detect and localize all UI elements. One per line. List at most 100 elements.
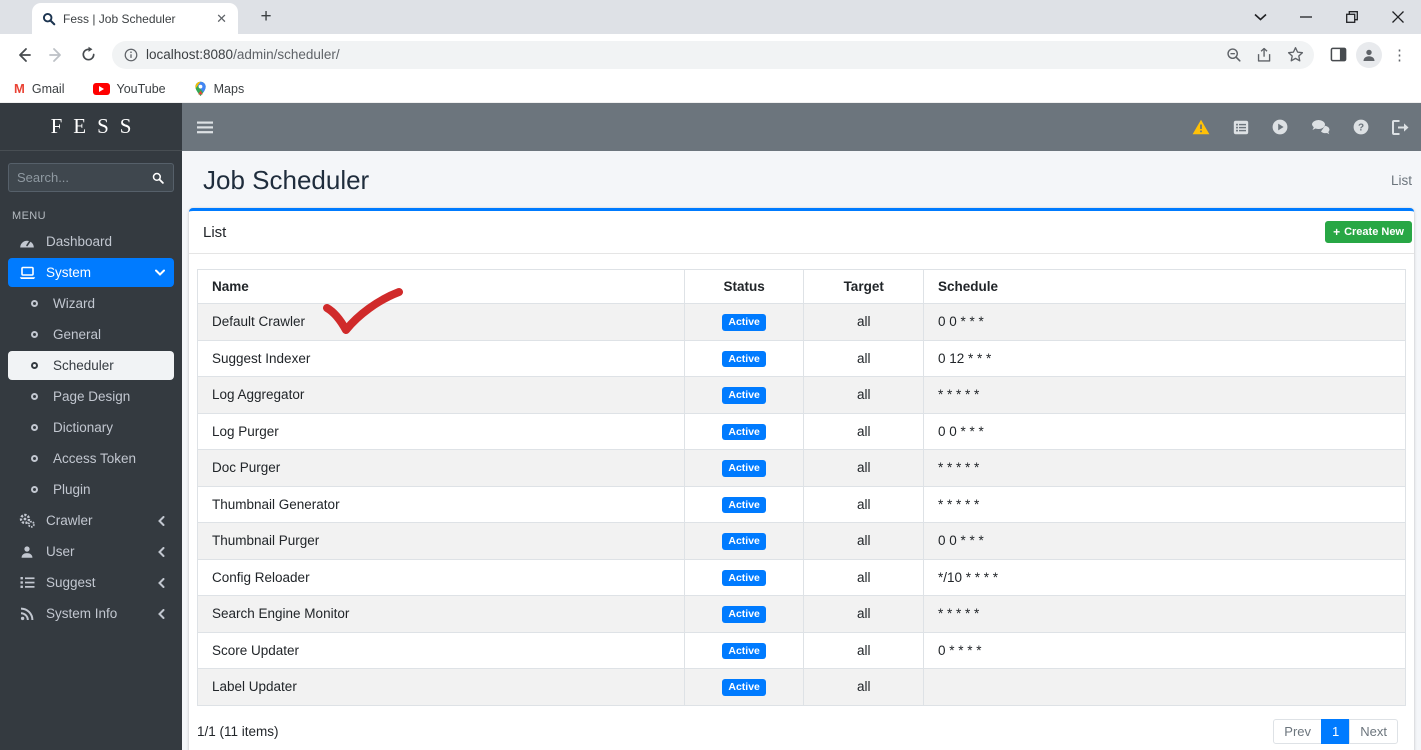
site-info-icon[interactable]	[124, 48, 138, 62]
sidebar-item-system[interactable]: System	[8, 258, 174, 287]
url-text[interactable]: localhost:8080/admin/scheduler/	[146, 47, 1218, 62]
jobs-table: Name Status Target Schedule Default Craw…	[197, 269, 1407, 706]
breadcrumb[interactable]: List	[1391, 173, 1412, 188]
browser-menu-icon[interactable]: ⋮	[1386, 46, 1413, 64]
window-minimize-icon[interactable]	[1283, 0, 1329, 34]
side-panel-icon[interactable]	[1324, 41, 1352, 69]
job-name: Doc Purger	[197, 449, 685, 487]
list-alt-icon[interactable]	[1233, 120, 1249, 135]
status-badge: Active	[722, 533, 766, 550]
tachometer-icon	[17, 235, 37, 249]
job-schedule: * * * * *	[922, 376, 1407, 414]
pagination-prev-button[interactable]: Prev	[1273, 718, 1323, 744]
bookmark-star-icon[interactable]	[1287, 46, 1304, 63]
table-row[interactable]: Log Aggregator Active all * * * * *	[197, 376, 1407, 414]
browser-toolbar: localhost:8080/admin/scheduler/ ⋮	[0, 34, 1421, 75]
circle-bullet-icon	[24, 300, 44, 307]
table-row[interactable]: Label Updater Active all	[197, 668, 1407, 706]
job-name: Log Aggregator	[197, 376, 685, 414]
table-row[interactable]: Config Reloader Active all */10 * * * *	[197, 558, 1407, 596]
browser-tab[interactable]: Fess | Job Scheduler ✕	[32, 3, 238, 34]
job-target: all	[803, 558, 924, 596]
zoom-out-icon[interactable]	[1226, 47, 1242, 63]
content-area: Job Scheduler List List + Create New Name…	[182, 151, 1421, 750]
job-target: all	[803, 668, 924, 706]
sidebar-item-general[interactable]: General	[8, 320, 174, 349]
sidebar-item-plugin[interactable]: Plugin	[8, 475, 174, 504]
bookmark-youtube[interactable]: YouTube	[92, 82, 166, 96]
chevron-left-icon	[158, 546, 165, 557]
status-badge: Active	[722, 496, 766, 513]
table-row[interactable]: Default Crawler Active all 0 0 * * *	[197, 303, 1407, 341]
bookmark-maps[interactable]: Maps	[194, 81, 244, 97]
sign-out-icon[interactable]	[1392, 119, 1409, 135]
pagination: Prev 1 Next	[1273, 718, 1398, 744]
job-schedule: 0 * * * *	[922, 631, 1407, 669]
menu-label: MENU	[12, 210, 46, 222]
table-row[interactable]: Doc Purger Active all * * * * *	[197, 449, 1407, 487]
table-row[interactable]: Suggest Indexer Active all 0 12 * * *	[197, 339, 1407, 377]
window-restore-icon[interactable]	[1329, 0, 1375, 34]
page-title: Job Scheduler	[203, 165, 370, 195]
status-badge: Active	[722, 606, 766, 623]
table-row[interactable]: Search Engine Monitor Active all * * * * *	[197, 595, 1407, 633]
share-icon[interactable]	[1256, 47, 1273, 63]
table-row[interactable]: Log Purger Active all 0 0 * * *	[197, 412, 1407, 450]
sidebar-item-crawler[interactable]: Crawler	[8, 506, 174, 535]
circle-bullet-icon	[24, 486, 44, 493]
hamburger-menu-icon[interactable]	[197, 121, 213, 134]
sidebar-item-scheduler[interactable]: Scheduler	[8, 351, 174, 380]
job-schedule: 0 0 * * *	[922, 412, 1407, 450]
back-icon[interactable]	[10, 41, 38, 69]
bookmark-gmail[interactable]: M Gmail	[14, 81, 65, 96]
table-row[interactable]: Score Updater Active all 0 * * * *	[197, 631, 1407, 669]
table-row[interactable]: Thumbnail Generator Active all * * * * *	[197, 485, 1407, 523]
tab-title: Fess | Job Scheduler	[63, 11, 176, 26]
status-badge: Active	[722, 350, 766, 367]
play-circle-icon[interactable]	[1272, 119, 1288, 135]
sidebar-item-dashboard[interactable]: Dashboard	[8, 227, 174, 256]
chevron-left-icon	[158, 515, 165, 526]
sidebar-search-button[interactable]	[142, 163, 174, 192]
job-schedule: */10 * * * *	[922, 558, 1407, 596]
column-header-status: Status	[683, 269, 805, 304]
warning-icon[interactable]	[1192, 119, 1210, 135]
forward-icon[interactable]	[42, 41, 70, 69]
job-schedule: 0 12 * * *	[922, 339, 1407, 377]
sidebar-item-wizard[interactable]: Wizard	[8, 289, 174, 318]
tab-close-icon[interactable]: ✕	[213, 11, 230, 27]
sidebar-search-input[interactable]	[8, 163, 142, 192]
job-target: all	[803, 631, 924, 669]
column-header-target: Target	[803, 269, 924, 304]
rss-icon	[17, 607, 37, 621]
job-target: all	[803, 449, 924, 487]
question-circle-icon[interactable]: ?	[1353, 119, 1369, 135]
comments-icon[interactable]	[1311, 119, 1330, 135]
circle-bullet-icon	[24, 424, 44, 431]
table-row[interactable]: Thumbnail Purger Active all 0 0 * * *	[197, 522, 1407, 560]
circle-bullet-icon	[24, 331, 44, 338]
sidebar-item-page-design[interactable]: Page Design	[8, 382, 174, 411]
circle-bullet-icon	[24, 455, 44, 462]
refresh-icon[interactable]	[74, 41, 102, 69]
job-name: Default Crawler	[197, 303, 685, 341]
brand-logo[interactable]: FESS	[0, 103, 182, 151]
items-count: 1/1 (11 items)	[197, 723, 279, 739]
browser-titlebar: Fess | Job Scheduler ✕ +	[0, 0, 1421, 34]
sidebar-item-user[interactable]: User	[8, 537, 174, 566]
tab-search-chevron-icon[interactable]	[1237, 0, 1283, 34]
profile-avatar[interactable]	[1356, 41, 1382, 68]
create-new-button[interactable]: + Create New	[1325, 221, 1412, 243]
window-close-icon[interactable]	[1375, 0, 1421, 34]
status-badge: Active	[722, 387, 766, 404]
address-bar[interactable]: localhost:8080/admin/scheduler/	[112, 40, 1314, 69]
sidebar-item-system-info[interactable]: System Info	[8, 599, 174, 628]
sidebar-item-suggest[interactable]: Suggest	[8, 568, 174, 597]
new-tab-button[interactable]: +	[252, 3, 280, 31]
sidebar-item-access-token[interactable]: Access Token	[8, 444, 174, 473]
status-badge: Active	[722, 642, 766, 659]
pagination-next-button[interactable]: Next	[1349, 718, 1398, 744]
circle-bullet-icon	[24, 362, 44, 369]
sidebar-item-dictionary[interactable]: Dictionary	[8, 413, 174, 442]
pagination-page-1-button[interactable]: 1	[1321, 718, 1351, 744]
